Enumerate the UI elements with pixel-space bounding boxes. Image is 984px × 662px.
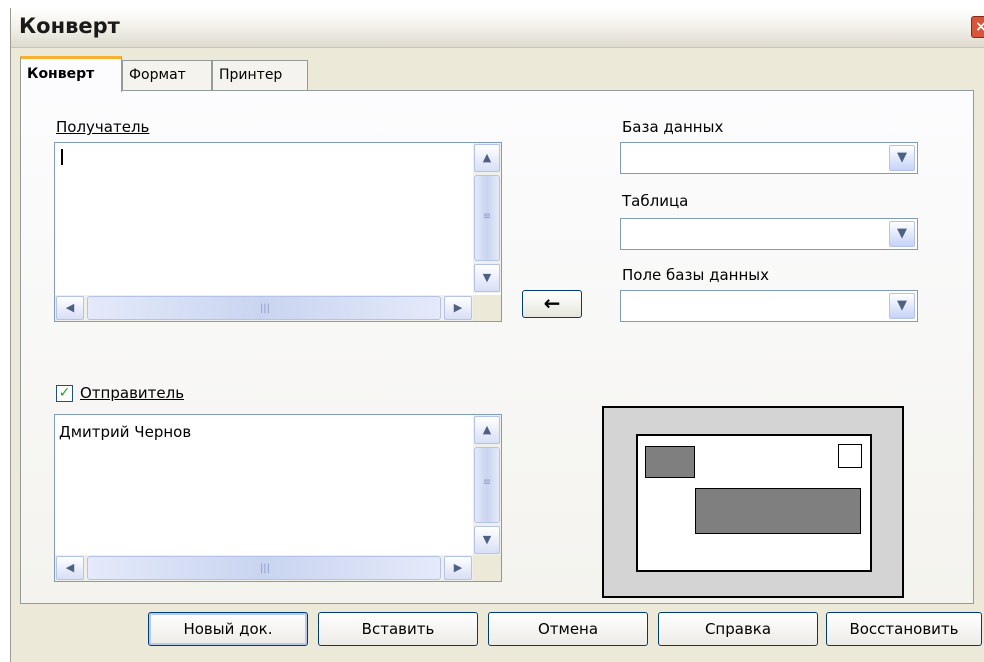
scroll-right-icon[interactable]: ▶ (444, 556, 472, 580)
insert-field-arrow-button[interactable]: ← (522, 290, 582, 318)
recipient-label: Получатель (56, 118, 149, 136)
chevron-down-icon[interactable]: ▼ (889, 221, 915, 247)
new-document-button[interactable]: Новый док. (148, 612, 308, 646)
scroll-grip-icon: ≡ (482, 477, 492, 488)
chevron-down-icon[interactable]: ▼ (889, 145, 915, 171)
scroll-corner (473, 555, 501, 581)
sender-label: Отправитель (80, 384, 184, 402)
tab-printer[interactable]: Принтер (212, 60, 308, 90)
sender-checkbox[interactable]: ✓ (56, 385, 73, 402)
db-field-select[interactable]: ▼ (620, 290, 918, 322)
table-label: Таблица (622, 192, 688, 210)
database-select[interactable]: ▼ (620, 142, 918, 174)
sender-block (645, 446, 695, 478)
sender-text: Дмитрий Чернов (59, 423, 192, 441)
recipient-block (695, 488, 861, 534)
scroll-left-icon[interactable]: ◀ (56, 556, 84, 580)
title-bar[interactable]: Конверт × (11, 8, 984, 48)
dialog-title: Конверт (19, 14, 120, 38)
recipient-horizontal-scrollbar[interactable]: ◀ ||| ▶ (55, 295, 473, 321)
chevron-down-icon[interactable]: ▼ (889, 293, 915, 319)
table-select[interactable]: ▼ (620, 218, 918, 250)
close-icon[interactable]: × (971, 16, 984, 38)
scroll-grip-icon: ≡ (482, 211, 492, 222)
reset-button[interactable]: Восстановить (826, 612, 982, 646)
scroll-right-icon[interactable]: ▶ (444, 296, 472, 320)
scroll-grip-icon: ||| (259, 303, 271, 314)
database-label-text: База данных (622, 118, 724, 136)
cancel-button[interactable]: Отмена (488, 612, 648, 646)
scroll-down-icon[interactable]: ▼ (474, 264, 500, 292)
scroll-left-icon[interactable]: ◀ (56, 296, 84, 320)
sender-label-text: Отправитель (80, 384, 185, 402)
database-label: База данных (622, 118, 723, 136)
table-label-text: Таблица (622, 192, 689, 210)
envelope-shape (636, 434, 872, 572)
envelope-preview (602, 406, 904, 598)
recipient-label-text: Получатель (56, 118, 150, 136)
tab-envelope[interactable]: Конверт (20, 56, 122, 92)
insert-button[interactable]: Вставить (318, 612, 478, 646)
scroll-down-icon[interactable]: ▼ (474, 526, 500, 554)
db-field-label: Поле базы данных (622, 266, 769, 284)
text-cursor (61, 149, 63, 165)
recipient-textarea[interactable]: ▲ ≡ ▼ ◀ ||| ▶ (54, 142, 502, 322)
sender-horizontal-scrollbar[interactable]: ◀ ||| ▶ (55, 555, 473, 581)
scroll-up-icon[interactable]: ▲ (474, 144, 500, 172)
tab-format[interactable]: Формат (122, 60, 212, 90)
recipient-vertical-scrollbar[interactable]: ▲ ≡ ▼ (473, 143, 501, 293)
sender-textarea[interactable]: Дмитрий Чернов ▲ ≡ ▼ ◀ ||| ▶ (54, 414, 502, 582)
stamp-box (838, 444, 862, 468)
scroll-up-icon[interactable]: ▲ (474, 416, 500, 444)
sender-vertical-scrollbar[interactable]: ▲ ≡ ▼ (473, 415, 501, 555)
scroll-corner (473, 295, 501, 321)
db-field-label-text: Поле базы данных (622, 266, 769, 284)
help-button[interactable]: Справка (658, 612, 818, 646)
scroll-grip-icon: ||| (259, 563, 271, 574)
